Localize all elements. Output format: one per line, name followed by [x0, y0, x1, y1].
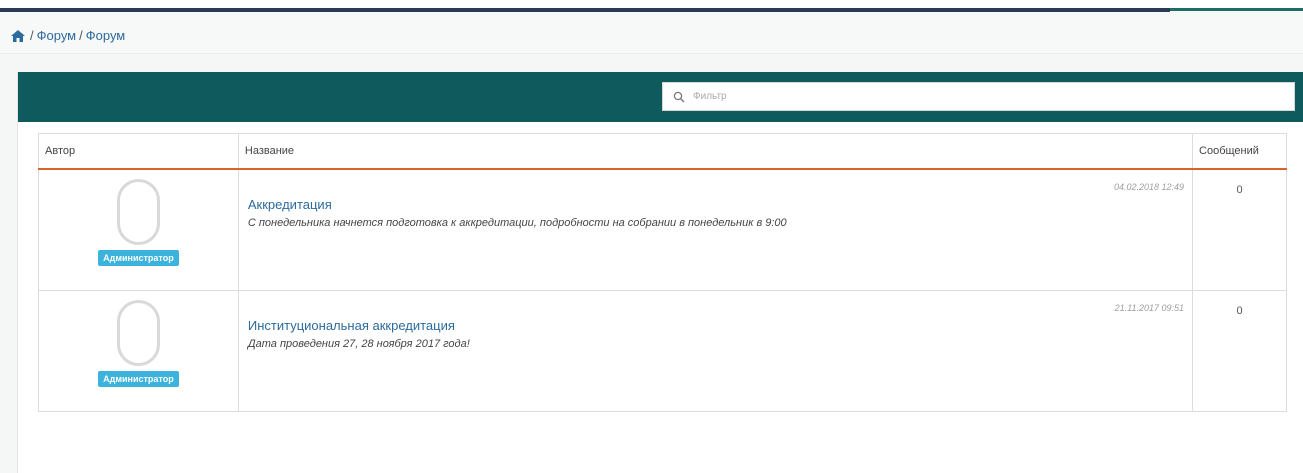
- search-icon: [673, 91, 685, 102]
- breadcrumb-item-forum-current[interactable]: Форум: [86, 28, 126, 43]
- filter-box[interactable]: [662, 82, 1295, 111]
- home-icon[interactable]: [11, 29, 25, 42]
- avatar: [116, 300, 160, 366]
- message-count: 0: [1236, 183, 1243, 196]
- topic-description: С понедельника начнется подготовка к акк…: [247, 216, 787, 229]
- messages-cell: 0: [1192, 168, 1287, 291]
- title-cell: 21.11.2017 09:51 Институциональная аккре…: [238, 290, 1194, 412]
- messages-cell: 0: [1192, 290, 1287, 412]
- message-count: 0: [1236, 305, 1243, 317]
- topic-date: 21.11.2017 09:51: [1114, 303, 1185, 313]
- top-bar-line-accent: [1170, 8, 1303, 11]
- title-cell: 04.02.2018 12:49 Аккредитация С понедель…: [238, 168, 1194, 291]
- table-row[interactable]: Администратор 04.02.2018 12:49 Аккредита…: [38, 168, 1287, 291]
- breadcrumb-item-forum[interactable]: Форум: [37, 28, 77, 43]
- breadcrumb-bar: / Форум / Форум: [0, 12, 1303, 54]
- topic-description: Дата проведения 27, 28 ноября 2017 года!: [247, 338, 470, 350]
- breadcrumb: / Форум / Форум: [11, 28, 125, 43]
- column-header-messages[interactable]: Сообщений: [1192, 133, 1287, 170]
- breadcrumb-separator: /: [79, 28, 83, 43]
- author-cell: Администратор: [38, 168, 239, 291]
- topic-title-link[interactable]: Институциональная аккредитация: [248, 318, 1183, 333]
- author-cell: Администратор: [38, 290, 239, 412]
- filter-input[interactable]: [693, 91, 1273, 102]
- forum-panel: Автор Название Сообщений Администратор 0…: [17, 72, 1303, 473]
- panel-header: [18, 72, 1303, 122]
- avatar: [116, 178, 160, 245]
- breadcrumb-separator: /: [30, 28, 34, 43]
- role-badge: Администратор: [98, 249, 179, 266]
- topic-title-link[interactable]: Аккредитация: [248, 197, 1183, 212]
- column-header-author[interactable]: Автор: [38, 133, 239, 170]
- table-row[interactable]: Администратор 21.11.2017 09:51 Институци…: [38, 290, 1287, 412]
- topics-table: Автор Название Сообщений Администратор 0…: [38, 133, 1287, 412]
- topic-date: 04.02.2018 12:49: [1113, 181, 1185, 192]
- role-badge: Администратор: [98, 371, 179, 387]
- column-header-title[interactable]: Название: [238, 133, 1194, 170]
- table-header-row: Автор Название Сообщений: [38, 133, 1287, 170]
